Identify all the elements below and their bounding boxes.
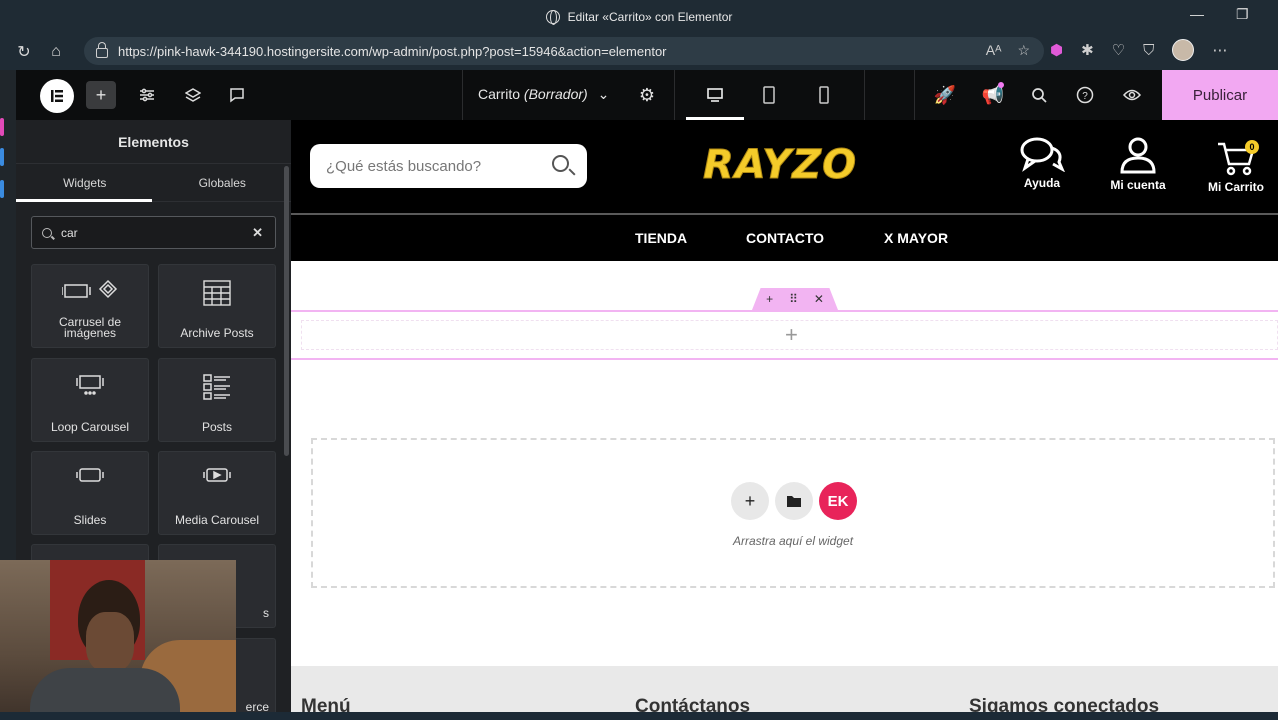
profile-avatar[interactable] — [1172, 39, 1195, 61]
header-link-cart[interactable]: 0 Mi Carrito — [1201, 140, 1271, 194]
widget-slides[interactable]: Slides — [31, 451, 149, 535]
cart-count-badge: 0 — [1245, 140, 1259, 154]
widget-search-value: car — [61, 225, 78, 240]
widget-image-carousel[interactable]: Carrusel de imágenes — [31, 264, 149, 348]
preview-eye-icon[interactable] — [1117, 81, 1147, 109]
delete-section-icon[interactable]: ✕ — [814, 292, 824, 306]
tab-widgets[interactable]: Widgets — [16, 164, 154, 201]
widget-media-carousel[interactable]: Media Carousel — [158, 451, 276, 535]
extension-shield-icon[interactable]: ⬢ — [1050, 41, 1063, 59]
os-taskbar — [0, 712, 1278, 720]
site-nav: TIENDA CONTACTO X MAYOR — [291, 215, 1278, 261]
read-aloud-icon[interactable]: Aᴬ — [986, 42, 1002, 59]
lock-icon — [96, 42, 108, 58]
widget-drop-area[interactable]: + EK Arrastra aquí el widget — [311, 438, 1275, 588]
url-field[interactable]: https://pink-hawk-344190.hostingersite.c… — [84, 37, 1044, 65]
desktop-view-icon[interactable] — [700, 81, 730, 109]
health-icon[interactable]: ♡ — [1112, 41, 1125, 59]
favorite-star-icon[interactable]: ☆ — [1017, 42, 1030, 59]
drop-hint: Arrastra aquí el widget — [732, 534, 854, 548]
elementskit-library-icon[interactable]: EK — [819, 482, 857, 520]
nav-item-contacto[interactable]: CONTACTO — [746, 230, 824, 246]
publish-button[interactable]: Publicar — [1162, 70, 1278, 120]
drag-handle-icon[interactable]: ⠿ — [789, 292, 798, 306]
tablet-view-icon[interactable] — [754, 81, 784, 109]
nav-item-tienda[interactable]: TIENDA — [635, 230, 687, 246]
media-carousel-icon — [203, 468, 231, 482]
add-template-folder-icon[interactable] — [775, 482, 813, 520]
add-widget-plus-icon[interactable]: + — [785, 322, 798, 348]
document-title[interactable]: Carrito (Borrador) ⌄ — [478, 86, 609, 103]
editor-canvas: ¿Qué estás buscando? RAYZO Ayuda Mi cuen… — [291, 120, 1278, 720]
site-search-placeholder: ¿Qué estás buscando? — [326, 157, 482, 175]
clear-search-icon[interactable]: ✕ — [252, 225, 263, 241]
connect-rocket-icon[interactable]: 🚀 — [930, 81, 960, 109]
mobile-view-icon[interactable] — [809, 81, 839, 109]
add-section-icon[interactable]: + — [766, 292, 773, 306]
panel-title: Elementos — [16, 120, 291, 164]
browser-essentials-icon[interactable]: ⛉ — [1143, 42, 1154, 59]
slides-icon — [76, 468, 104, 482]
posts-icon — [203, 374, 230, 400]
notes-icon[interactable] — [222, 81, 252, 109]
finder-search-icon[interactable] — [1024, 81, 1054, 109]
panel-tabs: Widgets Globales — [16, 164, 291, 202]
chat-bubbles-icon — [1020, 137, 1065, 172]
minimize-icon[interactable]: — — [1190, 6, 1204, 22]
url-text: https://pink-hawk-344190.hostingersite.c… — [118, 43, 667, 59]
site-search-icon[interactable] — [552, 155, 569, 172]
webcam-overlay — [0, 560, 236, 720]
section-handle[interactable]: + ⠿ ✕ — [752, 288, 838, 310]
layers-icon[interactable] — [178, 81, 208, 109]
more-menu-icon[interactable]: ⋯ — [1212, 41, 1227, 59]
elementor-logo-icon[interactable] — [40, 79, 74, 113]
widget-search-input[interactable]: car ✕ — [31, 216, 276, 249]
header-link-account[interactable]: Mi cuenta — [1103, 136, 1173, 192]
widget-loop-carousel[interactable]: Loop Carousel — [31, 358, 149, 442]
page-settings-gear-icon[interactable]: ⚙ — [632, 81, 662, 109]
add-element-button[interactable]: + — [86, 81, 116, 109]
archive-posts-icon — [203, 280, 231, 306]
window-title: Editar «Carrito» con Elementor — [567, 9, 733, 24]
chevron-down-icon: ⌄ — [597, 86, 610, 102]
add-new-container-button[interactable]: + — [731, 482, 769, 520]
help-icon[interactable]: ? — [1070, 81, 1100, 109]
extensions-icon[interactable]: ✱ — [1081, 41, 1094, 59]
loop-carousel-icon — [76, 375, 104, 395]
widget-posts[interactable]: Posts — [158, 358, 276, 442]
browser-title-bar: Editar «Carrito» con Elementor — ❐ — [0, 0, 1278, 33]
image-carousel-icon — [62, 279, 118, 299]
globe-icon — [545, 9, 560, 25]
widget-archive-posts[interactable]: Archive Posts — [158, 264, 276, 348]
site-header: ¿Qué estás buscando? RAYZO Ayuda Mi cuen… — [291, 120, 1278, 213]
search-icon — [42, 227, 52, 238]
svg-text:?: ? — [1082, 91, 1088, 102]
elementor-top-bar: + Carrito (Borrador) ⌄ ⚙ 🚀 📢 ? Publicar — [16, 70, 1278, 120]
notification-dot — [998, 82, 1004, 88]
tab-globales[interactable]: Globales — [154, 164, 292, 201]
site-search-input[interactable]: ¿Qué estás buscando? — [310, 144, 587, 188]
nav-item-x-mayor[interactable]: X MAYOR — [884, 230, 948, 246]
header-link-help[interactable]: Ayuda — [1007, 136, 1077, 190]
site-logo[interactable]: RAYZO — [702, 142, 857, 189]
site-settings-icon[interactable] — [132, 81, 162, 109]
reload-icon[interactable]: ↻ — [8, 42, 40, 62]
home-icon[interactable]: ⌂ — [40, 43, 72, 61]
user-icon — [1120, 137, 1156, 174]
restore-icon[interactable]: ❐ — [1236, 6, 1249, 23]
panel-scrollbar[interactable] — [284, 166, 289, 456]
address-bar-row: ↻ ⌂ https://pink-hawk-344190.hostingersi… — [0, 33, 1278, 70]
active-tab-indicator — [16, 199, 152, 202]
